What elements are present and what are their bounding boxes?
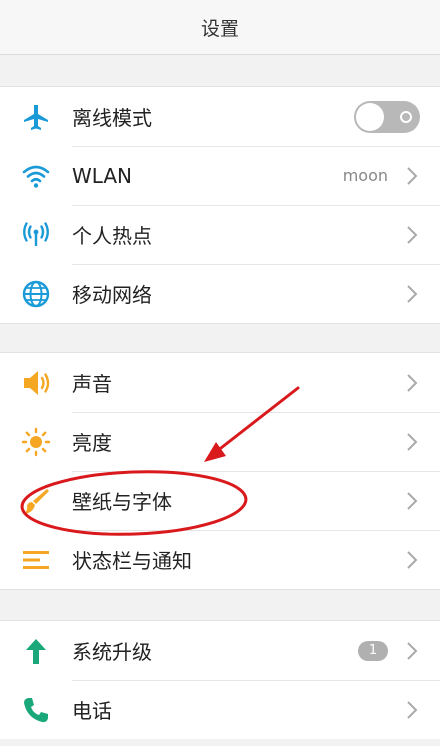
title-bar: 设置 [0,0,440,55]
airplane-mode-toggle[interactable] [354,100,420,133]
brightness-row[interactable]: 亮度 [0,412,440,471]
wallpaper-font-label: 壁纸与字体 [72,490,172,514]
speaker-icon [20,367,52,399]
statusbar-notification-row[interactable]: 状态栏与通知 [0,530,440,589]
hotspot-row[interactable]: 个人热点 [0,205,440,264]
list-icon [20,544,52,576]
wlan-label: WLAN [72,163,133,188]
chevron-right-icon [406,166,420,186]
update-count-badge: 1 [358,640,388,661]
system-group: 系统升级 1 电话 [0,620,440,739]
toggle-knob [356,102,384,131]
mobile-network-label: 移动网络 [72,283,152,307]
chevron-right-icon [406,700,420,720]
hotspot-icon [20,219,52,251]
airplane-icon [20,101,52,133]
display-group: 声音 亮度 壁纸与字体 状态栏与通知 [0,352,440,590]
phone-icon [20,694,52,726]
system-update-row[interactable]: 系统升级 1 [0,621,440,680]
phone-label: 电话 [72,699,112,723]
chevron-right-icon [406,550,420,570]
sound-label: 声音 [72,372,112,396]
chevron-right-icon [406,284,420,304]
wallpaper-font-row[interactable]: 壁纸与字体 [0,471,440,530]
system-update-label: 系统升级 [72,640,152,664]
hotspot-label: 个人热点 [72,224,152,248]
chevron-right-icon [406,432,420,452]
toggle-off-indicator [400,110,412,123]
up-arrow-icon [20,635,52,667]
chevron-right-icon [406,491,420,511]
airplane-mode-label: 离线模式 [72,106,152,130]
chevron-right-icon [406,373,420,393]
chevron-right-icon [406,225,420,245]
wifi-icon [20,160,52,192]
phone-row[interactable]: 电话 [0,680,440,739]
page-title: 设置 [200,17,239,40]
sun-icon [20,426,52,458]
network-group: 离线模式 WLAN moon 个人热点 移动网络 [0,86,440,324]
statusbar-notification-label: 状态栏与通知 [72,549,192,573]
mobile-network-row[interactable]: 移动网络 [0,264,440,323]
airplane-mode-row[interactable]: 离线模式 [0,87,440,146]
globe-icon [20,278,52,310]
brush-icon [20,485,52,517]
chevron-right-icon [406,641,420,661]
wlan-row[interactable]: WLAN moon [0,146,440,205]
sound-row[interactable]: 声音 [0,353,440,412]
brightness-label: 亮度 [72,431,112,455]
wlan-network-name: moon [342,166,388,185]
